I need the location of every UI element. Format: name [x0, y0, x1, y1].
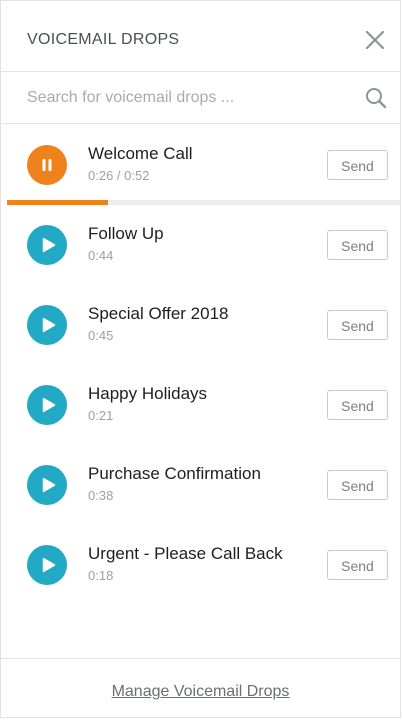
send-button[interactable]: Send — [327, 550, 388, 580]
play-icon — [42, 397, 56, 413]
voicemail-title: Urgent - Please Call Back — [88, 544, 283, 563]
play-button[interactable] — [27, 305, 67, 345]
voicemail-duration: 0:21 — [88, 408, 114, 423]
play-button[interactable] — [27, 385, 67, 425]
send-button[interactable]: Send — [327, 310, 388, 340]
panel-footer: Manage Voicemail Drops — [1, 658, 400, 717]
search-icon[interactable] — [364, 86, 388, 110]
play-button[interactable] — [27, 545, 67, 585]
play-button[interactable] — [27, 465, 67, 505]
play-icon — [42, 477, 56, 493]
panel-header: VOICEMAIL DROPS — [1, 1, 400, 72]
voicemail-item: Urgent - Please Call Back 0:18 Send — [1, 523, 400, 603]
voicemail-duration: 0:38 — [88, 488, 114, 503]
pause-icon — [42, 159, 52, 171]
send-button[interactable]: Send — [327, 470, 388, 500]
voicemail-item: Special Offer 2018 0:45 Send — [1, 283, 400, 363]
close-icon — [365, 30, 385, 50]
voicemail-duration: 0:26 / 0:52 — [88, 168, 150, 183]
voicemail-item: Welcome Call 0:26 / 0:52 Send — [1, 123, 400, 205]
panel-title: VOICEMAIL DROPS — [27, 31, 180, 48]
voicemail-title: Welcome Call — [88, 144, 193, 163]
voicemail-item: Happy Holidays 0:21 Send — [1, 363, 400, 443]
voicemail-title: Purchase Confirmation — [88, 464, 261, 483]
play-icon — [42, 237, 56, 253]
voicemail-duration: 0:44 — [88, 248, 114, 263]
search-bar — [1, 72, 400, 124]
voicemail-title: Happy Holidays — [88, 384, 208, 403]
voicemail-title: Follow Up — [88, 224, 164, 243]
close-button[interactable] — [362, 27, 388, 53]
voicemail-duration: 0:45 — [88, 328, 114, 343]
play-button[interactable] — [27, 225, 67, 265]
voicemail-item: Follow Up 0:44 Send — [1, 203, 400, 283]
send-button[interactable]: Send — [327, 230, 388, 260]
manage-voicemail-drops-link[interactable]: Manage Voicemail Drops — [1, 683, 400, 701]
voicemail-drops-panel: VOICEMAIL DROPS Welcome Call 0:26 / 0:52 S… — [0, 0, 401, 718]
send-button[interactable]: Send — [327, 390, 388, 420]
play-icon — [42, 557, 56, 573]
send-button[interactable]: Send — [327, 150, 388, 180]
play-icon — [42, 317, 56, 333]
voicemail-duration: 0:18 — [88, 568, 114, 583]
voicemail-item: Purchase Confirmation 0:38 Send — [1, 443, 400, 523]
pause-button[interactable] — [27, 145, 67, 185]
search-input[interactable] — [27, 86, 347, 110]
voicemail-title: Special Offer 2018 — [88, 304, 229, 323]
